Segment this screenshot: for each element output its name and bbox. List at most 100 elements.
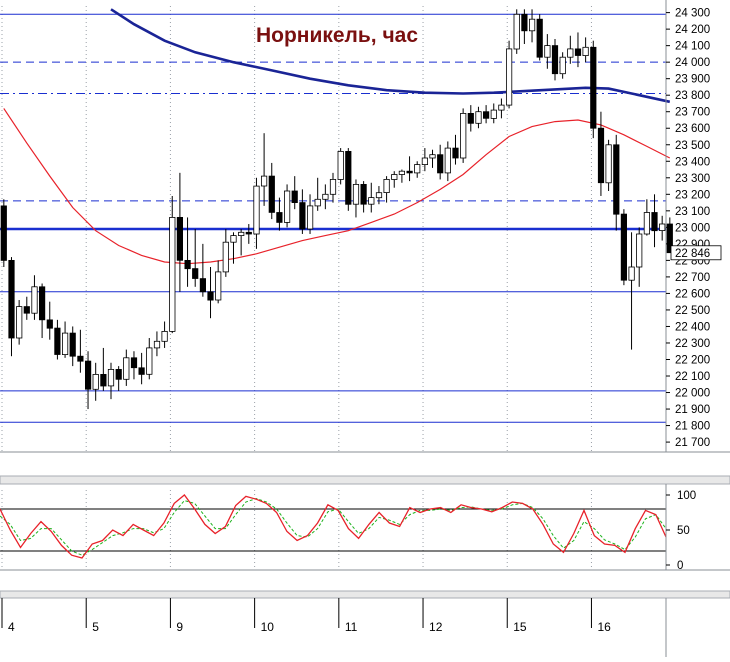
- candle-body-down: [276, 212, 283, 223]
- candle[interactable]: [337, 148, 344, 185]
- candle-body-up: [391, 174, 398, 180]
- candle-body-down: [437, 154, 444, 174]
- candle[interactable]: [620, 209, 628, 286]
- candle-body-down: [46, 319, 53, 329]
- price-tick-label: 21 700: [675, 437, 710, 449]
- candle-body-up: [146, 347, 153, 375]
- candle-body-up: [414, 164, 421, 174]
- chart-background: [0, 0, 730, 657]
- candle-body-down: [620, 213, 628, 281]
- candle-body-up: [460, 113, 467, 159]
- price-tick-label: 23 500: [675, 140, 710, 152]
- candle-body-up: [16, 306, 23, 339]
- candle-body-up: [260, 175, 268, 187]
- candle-body-up: [398, 170, 406, 175]
- candle-body-down: [115, 368, 122, 380]
- candle[interactable]: [283, 184, 291, 228]
- price-tick-label: 22 400: [675, 321, 710, 333]
- candle-body-up: [643, 212, 651, 235]
- candle-body-up: [544, 45, 551, 58]
- time-tick-label: 5: [92, 620, 99, 634]
- candle[interactable]: [345, 148, 352, 211]
- candle-body-down: [574, 48, 582, 56]
- candle-body-down: [184, 259, 191, 270]
- candle[interactable]: [536, 14, 543, 61]
- candle-body-up: [62, 332, 69, 356]
- candle-body-up: [628, 266, 635, 281]
- price-chart-svg[interactable]: 24 300 24 200 24 100 24 000 23 900 23 800 23 7…: [0, 0, 730, 657]
- price-tick-label: 24 100: [675, 41, 710, 53]
- candle-body-up: [375, 192, 383, 199]
- candle-body-up: [123, 357, 130, 380]
- price-tick-label: 24 300: [675, 8, 710, 20]
- candle-body-up: [161, 330, 168, 342]
- candle-body-up: [337, 150, 344, 180]
- stochastic-tick-label: 100: [677, 490, 696, 502]
- candle-body-up: [529, 18, 536, 32]
- time-tick-label: 10: [261, 620, 275, 634]
- candle-body-up: [230, 235, 237, 243]
- price-tick-label: 22 300: [675, 338, 710, 350]
- candle-body-up: [107, 368, 115, 387]
- chart-title: Норникель, час: [256, 24, 418, 47]
- price-tick-label: 22 000: [675, 388, 710, 400]
- time-tick-label: 16: [597, 620, 611, 634]
- candle-body-up: [505, 48, 513, 106]
- candle-body-down: [39, 286, 46, 321]
- candle-body-up: [636, 233, 643, 268]
- candle-body-up: [215, 271, 222, 301]
- candle-body-up: [475, 111, 482, 124]
- candle-body-up: [659, 223, 666, 231]
- price-tick-label: 22 100: [675, 371, 710, 383]
- candle-body-up: [368, 197, 375, 205]
- candle-body-down: [0, 205, 7, 261]
- price-tick-label: 23 800: [675, 90, 710, 102]
- time-tick-label: 11: [345, 620, 358, 634]
- time-axis-splitter: [0, 590, 730, 599]
- time-tick-label: 9: [176, 620, 183, 634]
- candle-body-down: [192, 268, 199, 279]
- candle-body-down: [69, 332, 76, 357]
- candle-body-down: [299, 202, 306, 230]
- candle-body-up: [322, 193, 329, 200]
- candle-body-down: [130, 357, 138, 369]
- candle-body-down: [77, 355, 84, 362]
- candle[interactable]: [590, 40, 597, 139]
- time-tick-label: 4: [8, 620, 15, 634]
- candle[interactable]: [16, 300, 23, 345]
- candle-body-up: [498, 104, 505, 111]
- candle-body-up: [429, 154, 436, 159]
- candle-body-up: [582, 46, 589, 56]
- price-tick-label: 23 100: [675, 206, 710, 218]
- candle-body-up: [153, 340, 161, 349]
- panel-splitter: [0, 475, 730, 485]
- price-tick-label: 22 700: [675, 272, 710, 284]
- time-tick-label: 15: [513, 620, 527, 634]
- candle-body-up: [559, 56, 566, 75]
- candle[interactable]: [513, 9, 520, 54]
- price-tick-label: 24 200: [675, 24, 710, 36]
- candle-body-down: [536, 18, 543, 58]
- candle-body-up: [283, 190, 291, 223]
- candle-body-down: [467, 113, 474, 124]
- price-tick-label: 24 000: [675, 57, 710, 69]
- candle-body-down: [23, 306, 30, 314]
- candle-body-up: [444, 147, 451, 174]
- candle[interactable]: [505, 40, 513, 109]
- candle-body-down: [452, 147, 459, 159]
- candle-body-up: [31, 286, 38, 314]
- candle[interactable]: [0, 199, 7, 267]
- price-tick-label: 23 300: [675, 173, 710, 185]
- candle-body-up: [306, 205, 314, 230]
- candle-body-up: [352, 183, 360, 205]
- candle-body-down: [551, 45, 559, 75]
- candle-body-up: [314, 198, 321, 207]
- candle[interactable]: [460, 108, 467, 163]
- candle-body-down: [268, 175, 275, 213]
- chart-window: 24 300 24 200 24 100 24 000 23 900 23 800 23 7…: [0, 0, 730, 657]
- price-tick-label: 23 700: [675, 107, 710, 119]
- last-price-label: 22 846: [675, 248, 710, 260]
- price-tick-label: 23 900: [675, 74, 710, 86]
- candle-body-down: [199, 278, 206, 293]
- candle-body-up: [253, 185, 260, 235]
